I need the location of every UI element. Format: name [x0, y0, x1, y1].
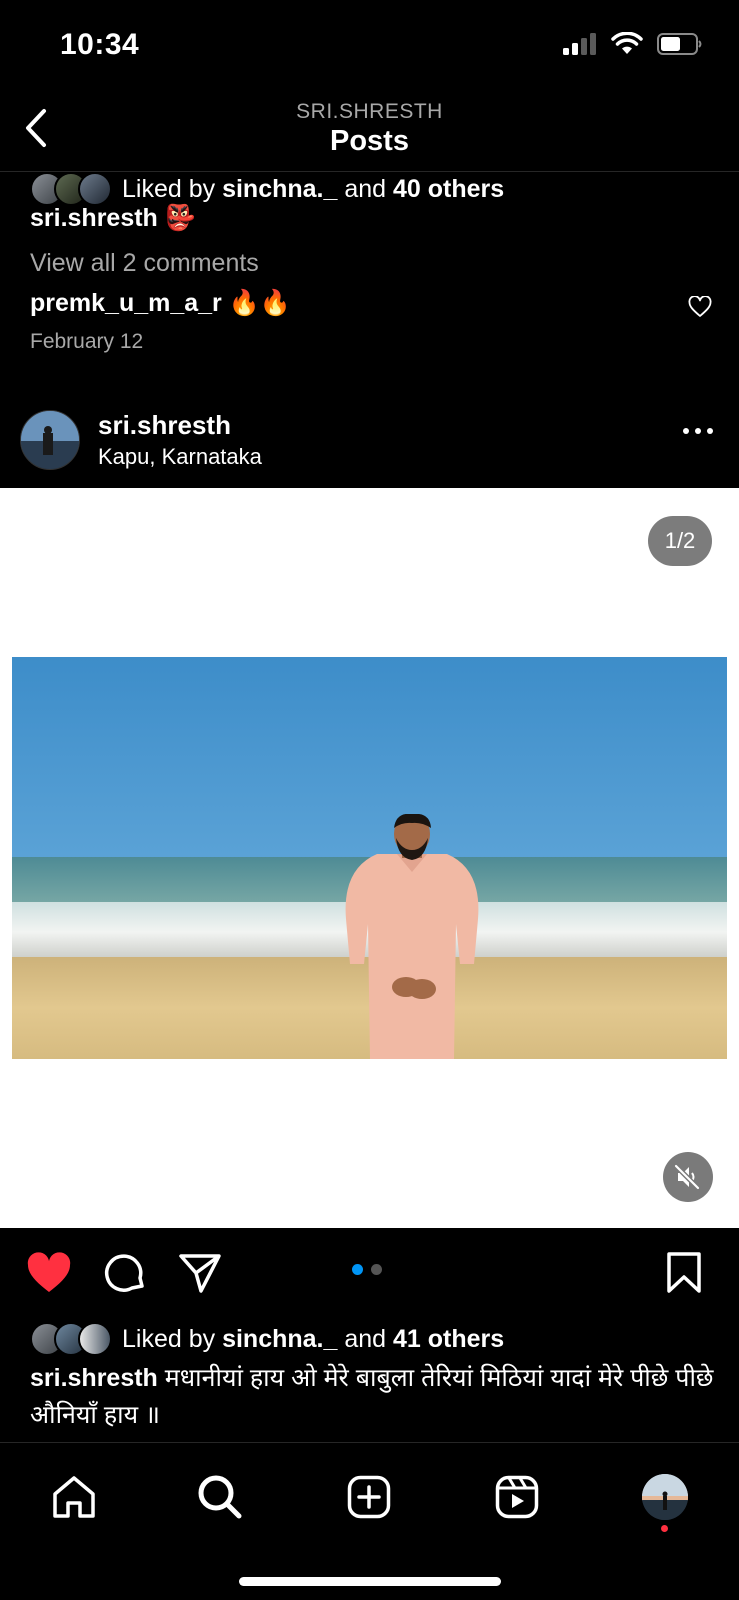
liker-avatars: [30, 1322, 112, 1356]
more-dot: [695, 428, 701, 434]
comment-text: 🔥🔥: [228, 289, 292, 317]
create-icon: [347, 1475, 391, 1519]
carousel-dot-active: [352, 1264, 363, 1275]
caption-username[interactable]: sri.shresth: [30, 204, 158, 232]
cellular-signal-icon: [563, 33, 596, 55]
more-options-button[interactable]: [683, 428, 713, 434]
post-username[interactable]: sri.shresth: [98, 410, 231, 441]
home-icon: [53, 1476, 95, 1518]
post-photo: [12, 657, 727, 1059]
avatar: [78, 1322, 112, 1356]
more-dot: [683, 428, 689, 434]
nav-create[interactable]: [341, 1469, 397, 1525]
likes-summary[interactable]: Liked by sinchna._ and 41 others: [30, 1322, 504, 1356]
posts-header: SRI.SHRESTH Posts: [0, 92, 739, 172]
photo-person: [345, 814, 479, 1059]
caption: sri.shresth 👺: [30, 204, 196, 233]
avatar: [78, 172, 112, 206]
comment-username[interactable]: premk_u_m_a_r: [30, 289, 222, 317]
view-comments-link[interactable]: View all 2 comments: [30, 249, 259, 278]
speaker-muted-icon: [674, 1164, 700, 1190]
page-title: Posts: [330, 125, 409, 157]
comment-icon[interactable]: [104, 1252, 146, 1294]
liker-avatars: [30, 172, 112, 206]
nav-profile[interactable]: [637, 1469, 693, 1525]
wifi-icon: [611, 32, 643, 54]
nav-search[interactable]: [192, 1469, 248, 1525]
more-dot: [707, 428, 713, 434]
post-header: sri.shresth Kapu, Karnataka: [0, 398, 739, 488]
image-counter: 1/2: [648, 516, 712, 566]
avatar[interactable]: [20, 410, 80, 470]
post-media[interactable]: 1/2: [0, 488, 739, 1228]
caption-text: 👺: [164, 204, 196, 232]
status-icons: [563, 32, 703, 56]
likes-others[interactable]: 41 others: [393, 1325, 504, 1354]
liker-username[interactable]: sinchna._: [222, 175, 337, 204]
avatar-photo: [21, 411, 79, 469]
bookmark-icon[interactable]: [666, 1252, 702, 1294]
liker-username[interactable]: sinchna._: [222, 1325, 337, 1354]
profile-photo: [642, 1474, 688, 1520]
caption-username[interactable]: sri.shresth: [30, 1364, 158, 1392]
header-username: SRI.SHRESTH: [296, 100, 443, 123]
home-indicator[interactable]: [239, 1577, 501, 1586]
post-date: February 12: [30, 330, 144, 353]
carousel-dot: [371, 1264, 382, 1275]
nav-home[interactable]: [46, 1469, 102, 1525]
post-location[interactable]: Kapu, Karnataka: [98, 444, 262, 470]
likes-prefix: Liked by: [122, 1324, 216, 1353]
likes-and: and: [344, 1324, 387, 1353]
status-time: 10:34: [60, 28, 140, 61]
profile-avatar: [642, 1474, 688, 1520]
notification-dot: [661, 1525, 668, 1532]
likes-and: and: [344, 174, 387, 203]
nav-reels[interactable]: [489, 1469, 545, 1525]
share-icon[interactable]: [178, 1252, 222, 1294]
likes-others[interactable]: 40 others: [393, 175, 504, 204]
battery-icon: [657, 33, 702, 55]
status-bar: 10:34: [0, 0, 739, 92]
comment-like-heart-icon[interactable]: [688, 296, 712, 318]
likes-prefix: Liked by: [122, 174, 216, 203]
post-actions: [0, 1228, 739, 1318]
post-caption: sri.shresth मधानीयां हाय ओ मेरे बाबुला त…: [30, 1360, 720, 1434]
comment: premk_u_m_a_r 🔥🔥: [30, 289, 291, 318]
liked-heart-icon[interactable]: [26, 1252, 72, 1294]
search-icon: [198, 1475, 242, 1519]
bottom-nav: [0, 1442, 739, 1600]
mute-button[interactable]: [663, 1152, 713, 1202]
likes-summary[interactable]: Liked by sinchna._ and 40 others: [30, 172, 504, 206]
reels-icon: [495, 1475, 539, 1519]
carousel-indicator: [352, 1264, 382, 1275]
